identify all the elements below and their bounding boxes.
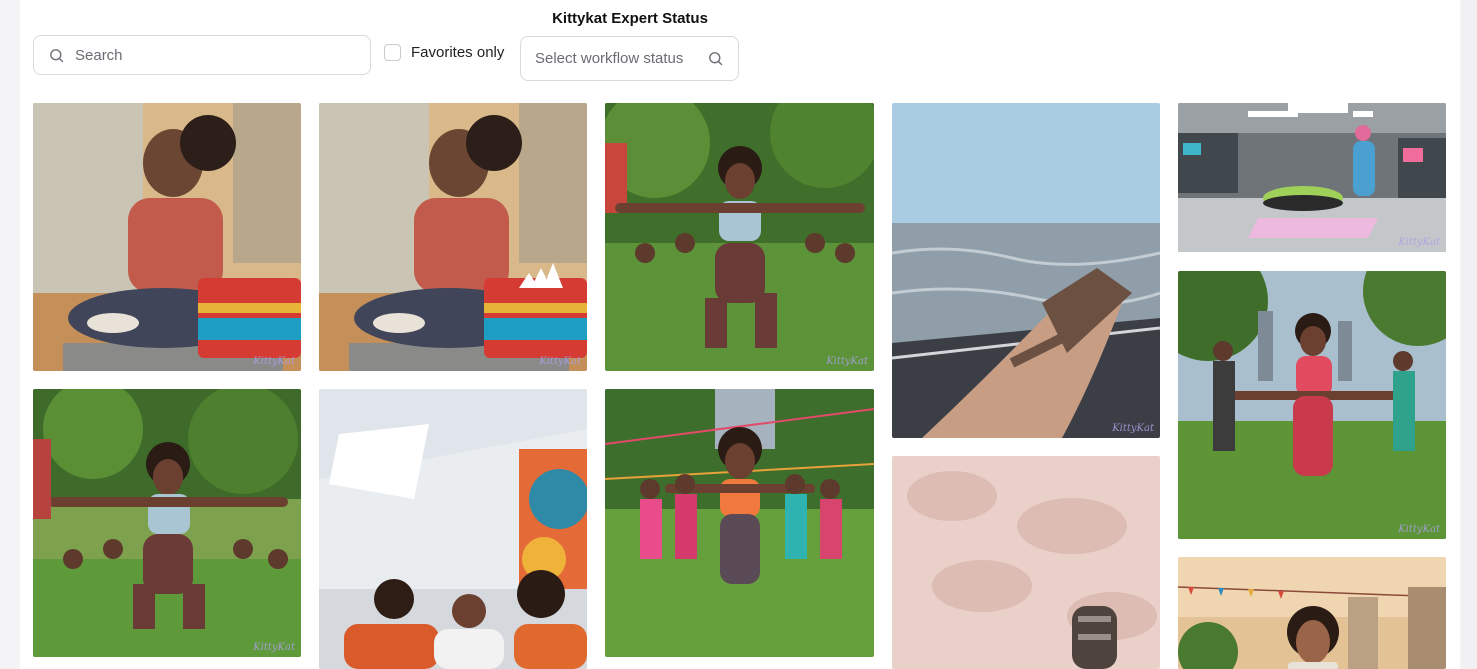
gallery-image[interactable]: KittyKat (605, 103, 874, 371)
favorites-checkbox[interactable] (384, 44, 401, 61)
watermark: KittyKat (826, 356, 868, 367)
gallery-image[interactable] (605, 389, 874, 657)
favorites-filter[interactable]: Favorites only (384, 44, 504, 61)
watermark: KittyKat (539, 356, 581, 367)
gallery-image[interactable] (1178, 557, 1446, 669)
watermark: KittyKat (1398, 237, 1440, 248)
watermark: KittyKat (1398, 524, 1440, 535)
gallery-image[interactable]: KittyKat (1178, 103, 1446, 252)
gallery-image[interactable] (319, 389, 587, 669)
app-window: Kittykat Expert Status Favorites only Se… (20, 0, 1460, 669)
watermark: KittyKat (253, 356, 295, 367)
search-icon (50, 48, 64, 62)
search-input[interactable] (75, 46, 335, 64)
gallery-image[interactable]: KittyKat (892, 103, 1160, 438)
gallery-image[interactable]: KittyKat (319, 103, 587, 371)
gallery-image[interactable]: KittyKat (33, 389, 301, 657)
gallery-image[interactable]: KittyKat (33, 103, 301, 371)
search-box[interactable] (33, 35, 371, 75)
page-title: Kittykat Expert Status (552, 10, 708, 27)
watermark: KittyKat (1112, 423, 1154, 434)
watermark: KittyKat (253, 642, 295, 653)
search-icon (709, 52, 723, 66)
scrollbar[interactable] (1461, 0, 1477, 669)
gallery-image[interactable] (892, 456, 1160, 669)
workflow-status-select[interactable]: Select workflow status (520, 36, 739, 81)
favorites-label[interactable]: Favorites only (411, 44, 504, 61)
gallery-image[interactable]: KittyKat (1178, 271, 1446, 539)
workflow-status-placeholder: Select workflow status (535, 50, 684, 67)
